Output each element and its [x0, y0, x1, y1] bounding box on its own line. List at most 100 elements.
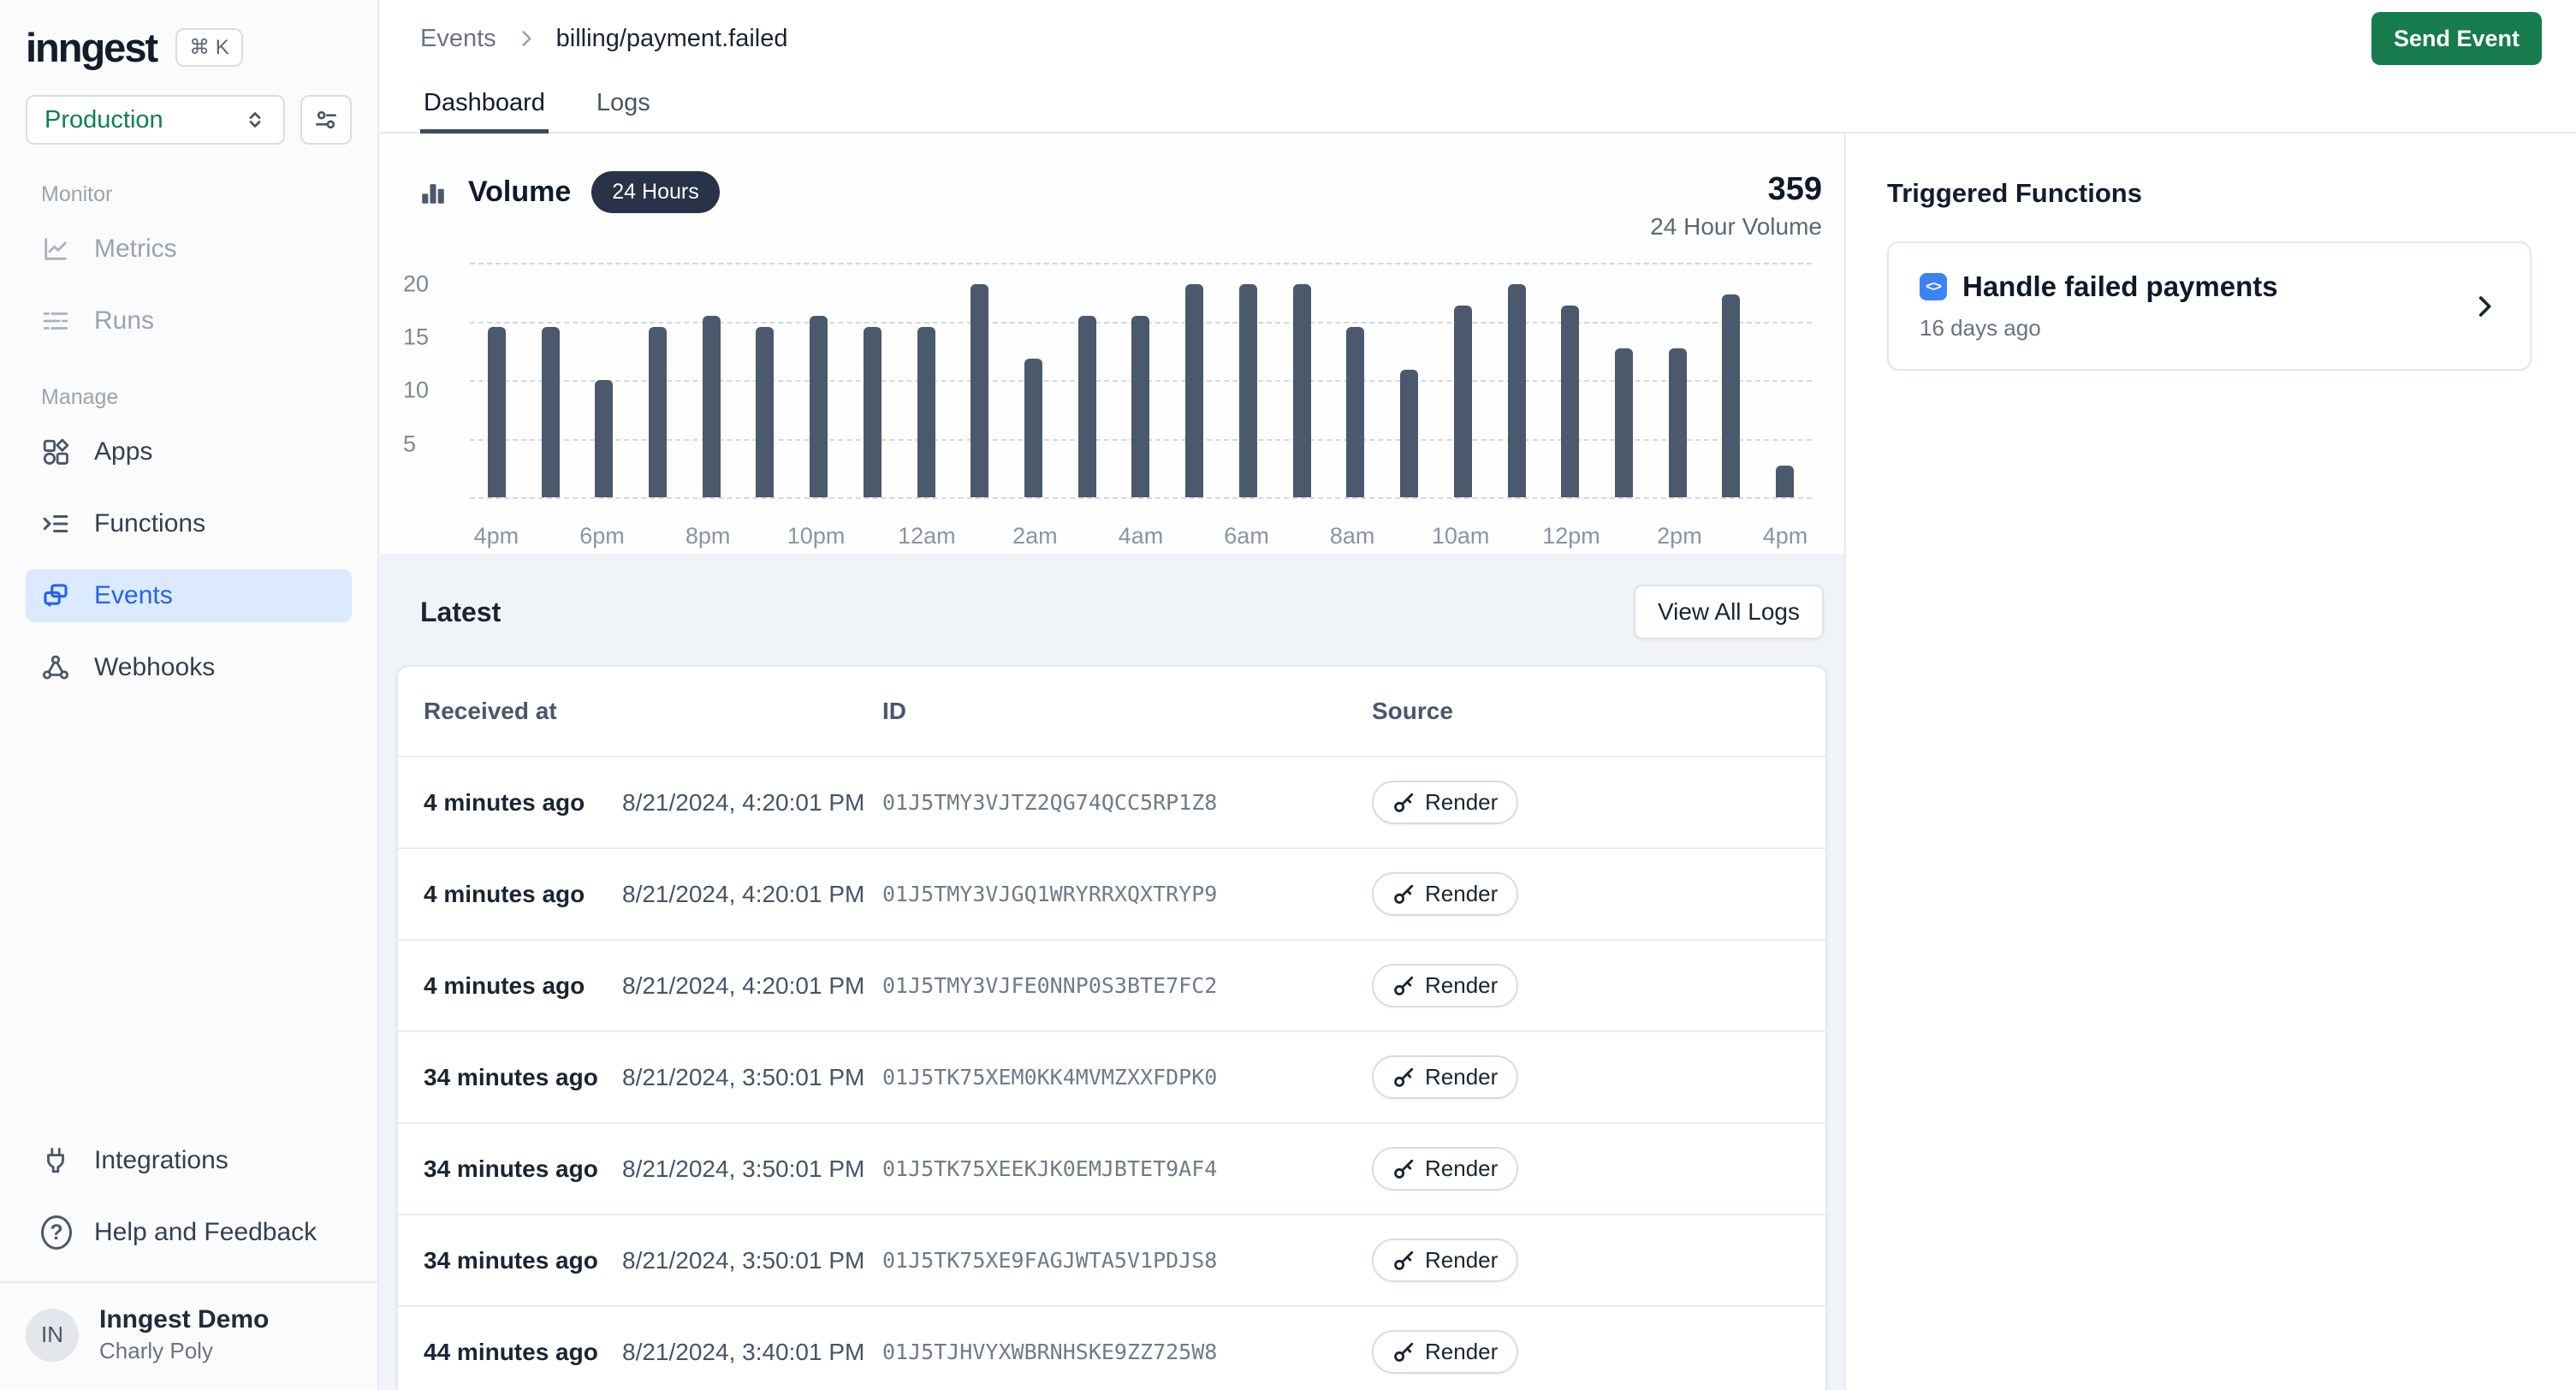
source-badge[interactable]: Render — [1372, 1330, 1518, 1374]
volume-bar — [1776, 466, 1794, 497]
table-row[interactable]: 34 minutes ago8/21/2024, 3:50:01 PM01J5T… — [398, 1122, 1825, 1214]
bar-slot — [846, 263, 899, 497]
volume-bar — [970, 284, 988, 497]
key-icon — [1392, 1158, 1415, 1180]
command-k-shortcut[interactable]: ⌘ K — [175, 28, 243, 67]
cell-source: Render — [1372, 964, 1825, 1007]
volume-bar — [810, 316, 828, 497]
x-axis-tick: 8am — [1326, 504, 1379, 549]
bar-slot — [1114, 263, 1168, 497]
function-card-left: <> Handle failed payments 16 days ago — [1920, 270, 2278, 342]
cell-timestamp: 8/21/2024, 3:50:01 PM — [622, 1064, 882, 1091]
sidebar-item-label: Integrations — [94, 1146, 229, 1175]
volume-bar — [1131, 316, 1149, 497]
source-name: Render — [1425, 1155, 1498, 1182]
source-badge[interactable]: Render — [1372, 1147, 1518, 1191]
send-event-button[interactable]: Send Event — [2371, 12, 2542, 65]
bar-slot — [1167, 263, 1221, 497]
bar-slot — [739, 263, 792, 497]
cell-event-id: 01J5TK75XE9FAGJWTA5V1PDJS8 — [882, 1248, 1372, 1273]
function-card[interactable]: <> Handle failed payments 16 days ago — [1887, 241, 2531, 371]
bar-slot — [1329, 263, 1383, 497]
bar-slot — [1221, 263, 1275, 497]
environment-select[interactable]: Production — [26, 95, 285, 145]
x-axis-tick: 2pm — [1653, 504, 1706, 549]
latest-header: Latest View All Logs — [396, 585, 1827, 639]
x-axis-tick — [1600, 504, 1653, 549]
tab-dashboard[interactable]: Dashboard — [420, 77, 549, 134]
latest-title: Latest — [420, 597, 501, 628]
source-badge[interactable]: Render — [1372, 964, 1518, 1007]
chart-header: Volume 24 Hours 359 24 Hour Volume — [403, 171, 1827, 241]
bar-slot — [631, 263, 685, 497]
x-axis-tick: 10pm — [787, 504, 846, 549]
source-badge[interactable]: Render — [1372, 1239, 1518, 1282]
content-column: Events billing/payment.failed Send Event… — [379, 0, 2576, 1390]
x-axis-tick — [1489, 504, 1542, 549]
account-menu[interactable]: IN Inngest Demo Charly Poly — [0, 1283, 377, 1390]
key-icon — [1392, 792, 1415, 814]
breadcrumb-current: billing/payment.failed — [556, 25, 788, 53]
table-body: 4 minutes ago8/21/2024, 4:20:01 PM01J5TM… — [398, 756, 1825, 1390]
table-row[interactable]: 4 minutes ago8/21/2024, 4:20:01 PM01J5TM… — [398, 847, 1825, 939]
cell-timestamp: 8/21/2024, 3:40:01 PM — [622, 1339, 882, 1366]
volume-bar — [756, 327, 774, 497]
gridline — [470, 497, 1812, 499]
sidebar-item-help-and-feedback[interactable]: ?Help and Feedback — [26, 1206, 352, 1259]
cell-source: Render — [1372, 1147, 1825, 1191]
cell-source: Render — [1372, 1239, 1825, 1282]
org-name: Inngest Demo — [99, 1305, 269, 1334]
bar-slot — [1705, 263, 1759, 497]
cell-source: Render — [1372, 781, 1825, 824]
latest-section: Latest View All Logs Received at ID Sour… — [379, 554, 1844, 1390]
breadcrumb-events-link[interactable]: Events — [420, 25, 496, 53]
table-row[interactable]: 34 minutes ago8/21/2024, 3:50:01 PM01J5T… — [398, 1031, 1825, 1122]
sidebar-item-metrics[interactable]: Metrics — [26, 223, 352, 276]
environment-settings-button[interactable] — [300, 95, 352, 145]
sidebar-item-integrations[interactable]: Integrations — [26, 1134, 352, 1187]
table-row[interactable]: 4 minutes ago8/21/2024, 4:20:01 PM01J5TM… — [398, 939, 1825, 1031]
sidebar-item-runs[interactable]: Runs — [26, 294, 352, 348]
sidebar-item-webhooks[interactable]: Webhooks — [26, 641, 352, 694]
cell-timestamp: 8/21/2024, 4:20:01 PM — [622, 881, 882, 908]
bar-chart-icon — [418, 178, 448, 207]
cell-relative-time: 44 minutes ago — [424, 1339, 622, 1366]
table-row[interactable]: 44 minutes ago8/21/2024, 3:40:01 PM01J5T… — [398, 1305, 1825, 1390]
sidebar-item-label: Help and Feedback — [94, 1218, 317, 1247]
tab-logs[interactable]: Logs — [593, 77, 654, 134]
sidebar-item-label: Apps — [94, 437, 152, 466]
view-all-logs-button[interactable]: View All Logs — [1634, 585, 1824, 639]
key-icon — [1392, 883, 1415, 906]
time-range-badge[interactable]: 24 Hours — [591, 171, 719, 213]
volume-chart-section: Volume 24 Hours 359 24 Hour Volume 51015… — [379, 134, 1844, 554]
sidebar-item-functions[interactable]: Functions — [26, 497, 352, 550]
source-badge[interactable]: Render — [1372, 872, 1518, 916]
sidebar-item-apps[interactable]: Apps — [26, 425, 352, 478]
source-badge[interactable]: Render — [1372, 781, 1518, 824]
table-row[interactable]: 4 minutes ago8/21/2024, 4:20:01 PM01J5TM… — [398, 756, 1825, 847]
bar-slot — [899, 263, 953, 497]
topbar: Events billing/payment.failed Send Event — [379, 0, 2576, 77]
cell-event-id: 01J5TMY3VJTZ2QG74QCC5RP1Z8 — [882, 790, 1372, 815]
bar-slot — [953, 263, 1006, 497]
bar-slot — [470, 263, 524, 497]
chart-header-right: 359 24 Hour Volume — [1650, 171, 1822, 241]
table-row[interactable]: 34 minutes ago8/21/2024, 3:50:01 PM01J5T… — [398, 1214, 1825, 1305]
bar-slot — [1275, 263, 1329, 497]
x-axis-tick: 2am — [1008, 504, 1061, 549]
cell-event-id: 01J5TK75XEEKJK0EMJBTET9AF4 — [882, 1156, 1372, 1181]
triggered-functions-title: Triggered Functions — [1887, 178, 2531, 209]
user-name: Charly Poly — [99, 1338, 269, 1364]
volume-bar — [1024, 359, 1042, 497]
bar-slot — [577, 263, 631, 497]
nav-section-label: Monitor — [41, 182, 352, 207]
cell-event-id: 01J5TK75XEM0KK4MVMZXXFDPK0 — [882, 1065, 1372, 1090]
bar-slot — [1543, 263, 1597, 497]
environment-select-value: Production — [45, 106, 163, 134]
x-axis-tick: 12pm — [1542, 504, 1600, 549]
bar-slot — [1597, 263, 1651, 497]
volume-bar — [703, 316, 721, 497]
source-badge[interactable]: Render — [1372, 1055, 1518, 1099]
sidebar-item-events[interactable]: Events — [26, 569, 352, 622]
column-header-source: Source — [1372, 698, 1825, 725]
